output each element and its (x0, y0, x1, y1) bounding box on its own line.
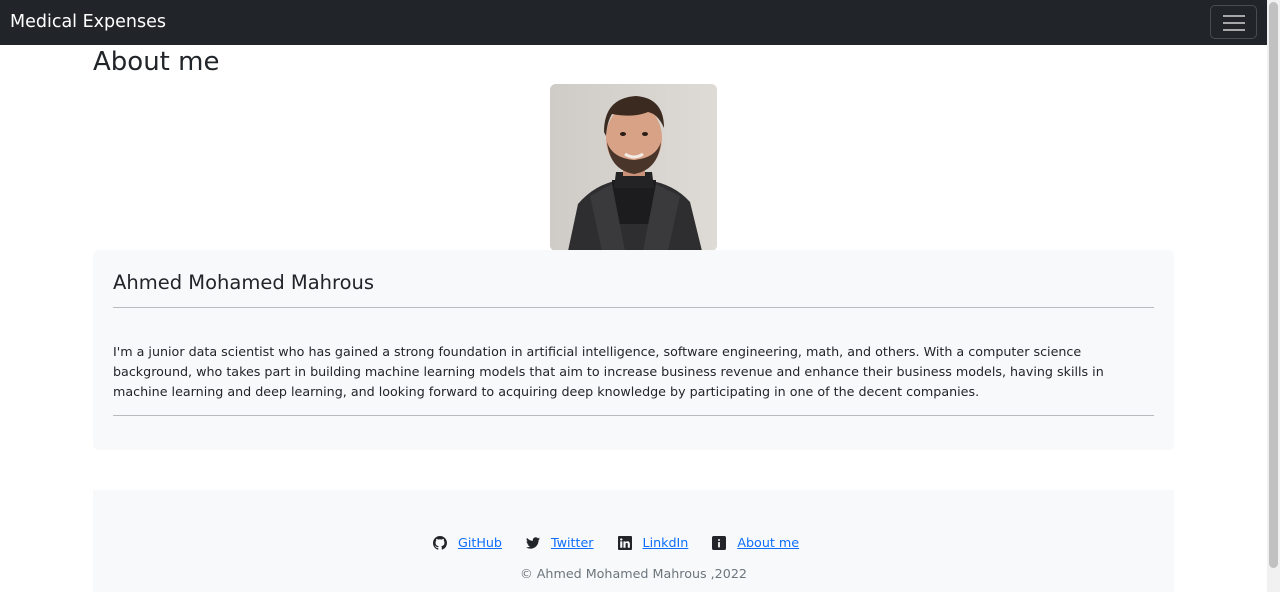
footer-link-twitter[interactable]: Twitter (525, 535, 594, 550)
footer-link-label[interactable]: Twitter (551, 535, 594, 550)
top-navbar: Medical Expenses (0, 0, 1267, 45)
vertical-scrollbar[interactable] (1267, 0, 1280, 592)
linkedin-icon (617, 535, 632, 550)
footer-link-linkedin[interactable]: LinkdIn (617, 535, 689, 550)
footer-links: GitHub Twitter LinkdIn About me (433, 532, 799, 552)
profile-name: Ahmed Mohamed Mahrous (113, 271, 375, 294)
footer-link-github[interactable]: GitHub (433, 535, 502, 550)
footer: GitHub Twitter LinkdIn About me © Ahmed … (93, 490, 1174, 592)
twitter-icon (525, 535, 540, 549)
footer-link-about[interactable]: About me (712, 535, 799, 550)
profile-photo (550, 84, 717, 251)
copyright-text: © Ahmed Mohamed Mahrous ,2022 (520, 566, 747, 581)
page-title: About me (93, 47, 220, 77)
profile-bio: I'm a junior data scientist who has gain… (113, 344, 1104, 399)
footer-link-label[interactable]: About me (737, 535, 799, 550)
info-icon (712, 535, 727, 550)
footer-link-label[interactable]: GitHub (458, 535, 502, 550)
divider (113, 415, 1154, 416)
scrollbar-thumb[interactable] (1269, 2, 1278, 568)
divider (113, 307, 1154, 308)
profile-card: Ahmed Mohamed Mahrous I'm a junior data … (93, 250, 1174, 450)
navbar-toggle-button[interactable] (1210, 5, 1257, 39)
navbar-brand[interactable]: Medical Expenses (10, 11, 166, 33)
github-icon (433, 535, 447, 550)
footer-link-label[interactable]: LinkdIn (643, 535, 689, 550)
